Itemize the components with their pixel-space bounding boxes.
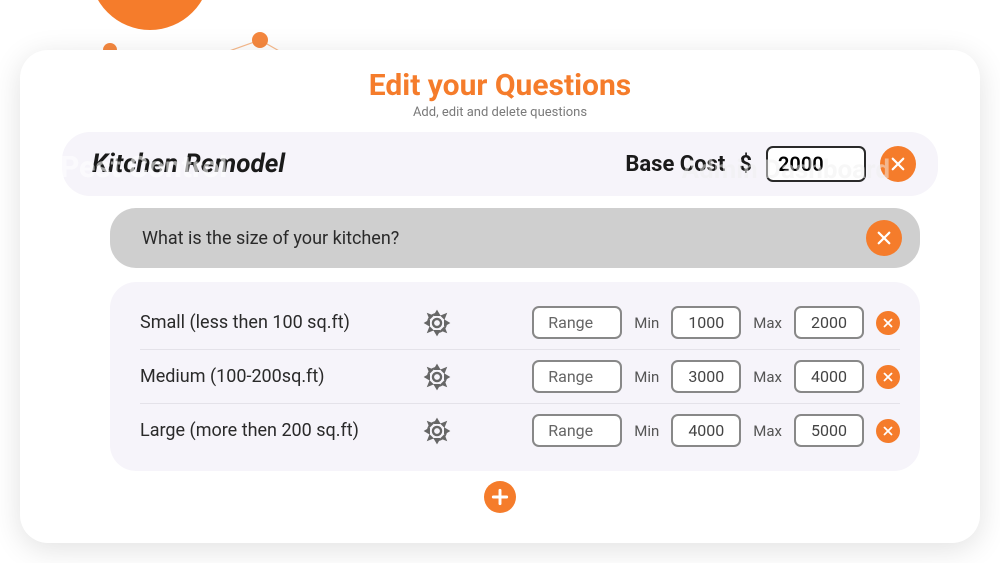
delete-option-button[interactable]	[876, 419, 900, 443]
max-input[interactable]	[794, 414, 864, 447]
max-input[interactable]	[794, 360, 864, 393]
editor-card: Pest Control Admin Dashboard Edit your Q…	[20, 50, 980, 543]
min-input[interactable]	[671, 360, 741, 393]
bg-text-right: Admin Dashboard	[682, 155, 890, 185]
question-row: What is the size of your kitchen?	[110, 208, 920, 268]
close-icon	[882, 371, 894, 383]
option-label: Large (more then 200 sq.ft)	[140, 420, 410, 441]
option-label: Small (less then 100 sq.ft)	[140, 312, 410, 333]
add-option-row	[20, 481, 980, 513]
page-title: Edit your Questions	[20, 68, 980, 103]
min-input[interactable]	[671, 306, 741, 339]
gear-icon[interactable]	[422, 362, 452, 392]
max-input[interactable]	[794, 306, 864, 339]
min-label: Min	[634, 314, 659, 332]
close-icon	[882, 317, 894, 329]
option-row: Large (more then 200 sq.ft) Range Min Ma…	[140, 403, 900, 457]
option-type-select[interactable]: Range	[532, 360, 622, 393]
option-row: Small (less then 100 sq.ft) Range Min Ma…	[140, 296, 900, 349]
header: Edit your Questions Add, edit and delete…	[20, 68, 980, 120]
page-subtitle: Add, edit and delete questions	[20, 105, 980, 120]
max-label: Max	[753, 368, 782, 386]
options-panel: Small (less then 100 sq.ft) Range Min Ma…	[110, 282, 920, 471]
option-label: Medium (100-200sq.ft)	[140, 366, 410, 387]
min-input[interactable]	[671, 414, 741, 447]
max-label: Max	[753, 314, 782, 332]
delete-option-button[interactable]	[876, 365, 900, 389]
max-label: Max	[753, 422, 782, 440]
close-icon	[889, 155, 907, 173]
gear-icon[interactable]	[422, 308, 452, 338]
question-text: What is the size of your kitchen?	[142, 228, 399, 249]
close-icon	[875, 229, 893, 247]
add-option-button[interactable]	[484, 481, 516, 513]
option-type-select[interactable]: Range	[532, 414, 622, 447]
delete-option-button[interactable]	[876, 311, 900, 335]
min-label: Min	[634, 368, 659, 386]
option-row: Medium (100-200sq.ft) Range Min Max	[140, 349, 900, 403]
gear-icon[interactable]	[422, 416, 452, 446]
delete-question-button[interactable]	[866, 220, 902, 256]
bg-text-left: Pest Control	[60, 150, 227, 185]
close-icon	[882, 425, 894, 437]
plus-icon	[490, 487, 510, 507]
option-type-select[interactable]: Range	[532, 306, 622, 339]
min-label: Min	[634, 422, 659, 440]
